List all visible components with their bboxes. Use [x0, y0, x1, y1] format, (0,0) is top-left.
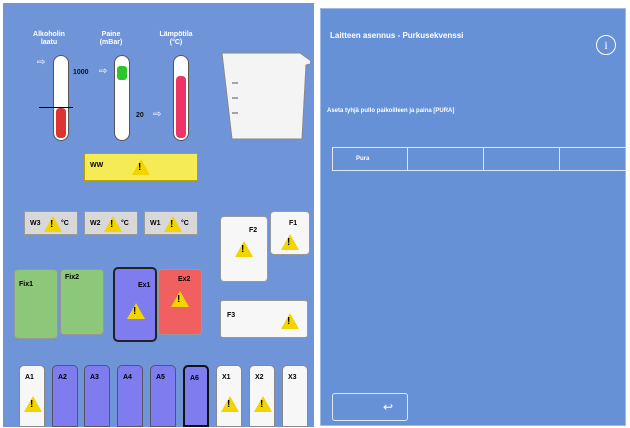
sequence-slot-2[interactable]: [408, 147, 484, 171]
bottle-warning-icon: !: [24, 396, 42, 412]
f1-warning-icon: !: [281, 234, 299, 255]
extractant-label-ex2: Ex2: [178, 276, 191, 283]
water-box-w2[interactable]: W2 ! °C: [84, 211, 138, 235]
back-button[interactable]: ↩: [332, 393, 408, 421]
bottle-a6[interactable]: A6: [183, 365, 209, 427]
reagent-label-f2: F2: [249, 227, 258, 234]
water-label-w3: W3: [30, 220, 41, 227]
pressure-gauge-label: Paine (mBar): [99, 31, 123, 46]
alcohol-gauge-marker: [39, 107, 73, 108]
ww-tray[interactable]: WW !: [84, 153, 198, 181]
temperature-gauge-label: Lämpötila (°C): [159, 31, 193, 46]
bottle-a5[interactable]: A5: [150, 365, 176, 427]
water-temp-unit: °C: [121, 220, 129, 227]
extractant-label-ex1: Ex1: [138, 282, 151, 289]
bottle-label: A3: [90, 374, 99, 381]
extractant-bottle-ex2[interactable]: Ex2 !: [158, 269, 202, 335]
temperature-value: 20: [136, 112, 144, 119]
temperature-gauge-tube: [173, 55, 189, 141]
pressure-arrow-icon: ⇨: [99, 66, 108, 77]
reagent-bottle-f2[interactable]: F2 !: [220, 216, 268, 282]
f3-warning-icon: !: [281, 313, 299, 334]
water-temp-unit: °C: [181, 220, 189, 227]
pura-button-label: Pura: [356, 156, 370, 162]
bottle-a3[interactable]: A3: [84, 365, 110, 427]
screen: Alkoholin laatu Paine (mBar) Lämpötila (…: [0, 0, 630, 428]
bottle-x1[interactable]: X1 !: [216, 365, 242, 427]
bottle-a4[interactable]: A4: [117, 365, 143, 427]
bottle-warning-icon: !: [254, 396, 272, 412]
sequence-slot-3[interactable]: [484, 147, 560, 171]
instruction-text: Aseta tyhjä pullo paikoilleen ja paina […: [327, 108, 455, 114]
bottle-label: A6: [190, 375, 199, 382]
bottle-label: X3: [288, 374, 297, 381]
temperature-arrow-icon: ⇨: [153, 109, 162, 120]
extractant-bottle-ex1[interactable]: Ex1 !: [113, 267, 157, 342]
waste-container-icon: [221, 52, 310, 140]
pressure-value: 1000: [73, 69, 89, 76]
pressure-gauge-fill: [117, 66, 127, 80]
water-warning-icon: !: [164, 216, 182, 237]
water-warning-icon: !: [44, 216, 62, 237]
ex2-warning-icon: !: [171, 291, 189, 312]
fixer-bottle-fix1[interactable]: Fix1: [14, 269, 58, 339]
water-temp-unit: °C: [61, 220, 69, 227]
reagent-label-f1: F1: [289, 220, 298, 227]
water-box-w1[interactable]: W1 ! °C: [144, 211, 198, 235]
fixer-label-fix1: Fix1: [19, 281, 34, 288]
bottle-row: A1 ! A2 A3 A4 A5 A6 X1 ! X2 ! X3: [3, 343, 314, 427]
water-warning-icon: !: [104, 216, 122, 237]
bottle-label: A1: [25, 374, 34, 381]
reagent-bottle-f1[interactable]: F1 !: [270, 211, 310, 255]
reagent-container-f3[interactable]: F3 !: [220, 300, 308, 338]
water-box-w3[interactable]: W3 ! °C: [24, 211, 78, 235]
bottle-label: X1: [222, 374, 231, 381]
bottle-label: X2: [255, 374, 264, 381]
temperature-gauge-fill: [176, 76, 186, 138]
bottle-x3[interactable]: X3: [282, 365, 308, 427]
alcohol-gauge-label: Alkoholin laatu: [33, 31, 65, 46]
pressure-gauge-tube: [114, 55, 130, 141]
pura-button[interactable]: Pura: [332, 147, 408, 171]
bottle-label: A5: [156, 374, 165, 381]
f2-warning-icon: !: [235, 241, 253, 262]
bottle-warning-icon: !: [221, 396, 239, 412]
bottle-label: A4: [123, 374, 132, 381]
fixer-bottle-fix2[interactable]: Fix2: [60, 269, 104, 335]
water-label-w1: W1: [150, 220, 161, 227]
sequence-panel: Laitteen asennus - Purkusekvenssi i Aset…: [320, 8, 626, 426]
alcohol-gauge-fill: [56, 108, 66, 138]
reagent-label-f3: F3: [227, 312, 236, 319]
sequence-slot-4[interactable]: [560, 147, 626, 171]
info-icon[interactable]: i: [596, 35, 616, 55]
panel-title: Laitteen asennus - Purkusekvenssi: [330, 31, 464, 40]
bottle-a1[interactable]: A1 !: [19, 365, 45, 427]
ww-label: WW: [90, 162, 104, 169]
ww-warning-icon: !: [132, 159, 150, 180]
instrument-panel: Alkoholin laatu Paine (mBar) Lämpötila (…: [3, 3, 314, 427]
bottle-x2[interactable]: X2 !: [249, 365, 275, 427]
water-label-w2: W2: [90, 220, 101, 227]
ex1-warning-icon: !: [127, 303, 145, 324]
alcohol-gauge-tube: [53, 55, 69, 141]
bottle-a2[interactable]: A2: [52, 365, 78, 427]
fixer-label-fix2: Fix2: [65, 274, 80, 281]
back-arrow-icon: ↩: [383, 400, 394, 414]
alcohol-level-arrow-icon: ⇨: [37, 57, 46, 68]
bottle-label: A2: [58, 374, 67, 381]
